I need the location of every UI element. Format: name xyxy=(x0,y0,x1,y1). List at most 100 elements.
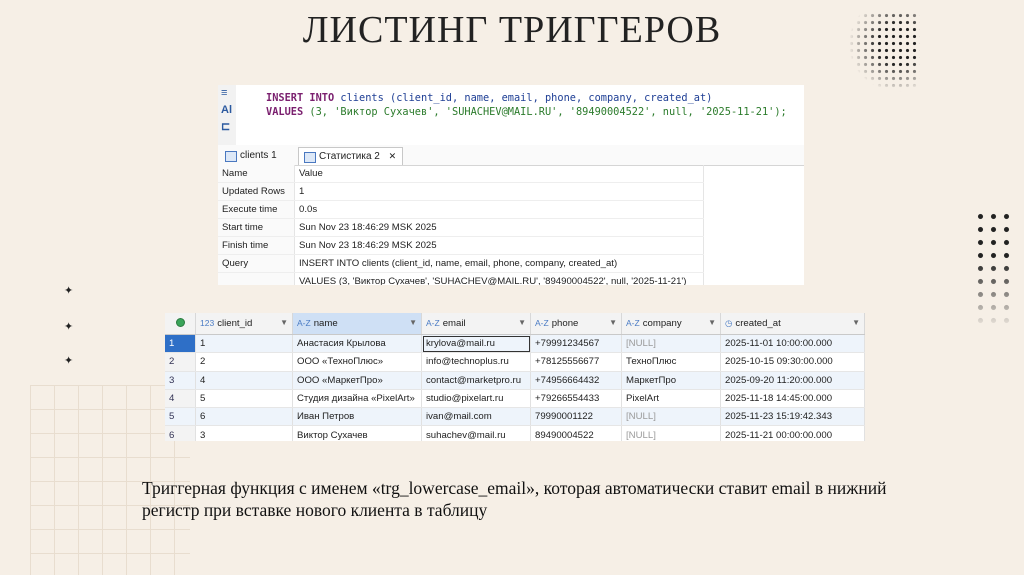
cell-name[interactable]: Студия дизайна «PixelArt» xyxy=(292,389,422,409)
row-number[interactable]: 3 xyxy=(165,371,196,390)
sort-icon[interactable]: ▼ xyxy=(609,318,617,327)
stats-key: Query xyxy=(218,254,295,273)
clients-grid: 123 client_id ▼ A-Z name ▼ A-Z email ▼ A-Z phon… xyxy=(165,313,865,441)
cell-company[interactable]: [NULL] xyxy=(621,425,721,441)
table-row[interactable]: 2 2 ООО «ТехноПлюс» info@technoplus.ru +7812… xyxy=(165,352,865,372)
cell-phone[interactable]: +79991234567 xyxy=(530,334,622,354)
sparkle-icon: ✦ xyxy=(64,321,74,333)
table-row[interactable]: 3 4 ООО «МаркетПро» contact@marketpro.ru +74… xyxy=(165,371,865,390)
column-header-company[interactable]: A-Z company ▼ xyxy=(621,313,721,335)
close-icon[interactable]: ✕ xyxy=(389,151,397,161)
cell-phone[interactable]: 89490004522 xyxy=(530,425,622,441)
column-header-phone[interactable]: A-Z phone ▼ xyxy=(530,313,622,335)
cell-company[interactable]: [NULL] xyxy=(621,334,721,354)
sparkle-icon: ✦ xyxy=(64,355,74,367)
type-icon: A-Z xyxy=(426,318,440,328)
sort-icon[interactable]: ▼ xyxy=(708,318,716,327)
cell-email[interactable]: ivan@mail.com xyxy=(421,407,531,427)
table-row[interactable]: 6 3 Виктор Сухачев suhachev@mail.ru 89490004… xyxy=(165,425,865,441)
stats-key xyxy=(218,272,295,285)
stats-row: Query INSERT INTO clients (client_id, nam… xyxy=(218,254,704,273)
row-number[interactable]: 4 xyxy=(165,389,196,409)
table-row[interactable]: 4 5 Студия дизайна «PixelArt» studio@pixela… xyxy=(165,389,865,409)
statistics-table: Name Value Updated Rows 1 Execute time 0.0s St… xyxy=(218,165,704,285)
cell-email[interactable]: studio@pixelart.ru xyxy=(421,389,531,409)
sort-icon[interactable]: ▼ xyxy=(852,318,860,327)
sort-icon[interactable]: ▼ xyxy=(518,318,526,327)
cell-email[interactable]: info@technoplus.ru xyxy=(421,352,531,372)
cell-created-at[interactable]: 2025-10-15 09:30:00.000 xyxy=(720,352,865,372)
sql-editor-screenshot: ≡ Al ⊏ INSERT INTO clients (client_id, n… xyxy=(218,85,804,285)
stats-value[interactable]: 0.0s xyxy=(294,200,704,219)
stats-key: Start time xyxy=(218,218,295,237)
stats-value[interactable]: VALUES (3, 'Виктор Сухачев', 'SUHACHEV@M… xyxy=(294,272,704,285)
cell-created-at[interactable]: 2025-11-21 00:00:00.000 xyxy=(720,425,865,441)
cell-client-id[interactable]: 6 xyxy=(195,407,293,427)
table-row[interactable]: 5 6 Иван Петров ivan@mail.com 79990001122 [NU… xyxy=(165,407,865,427)
cell-phone[interactable]: 79990001122 xyxy=(530,407,622,427)
format-icon[interactable]: ≡ xyxy=(218,85,236,102)
stats-key: Name xyxy=(218,165,295,183)
cell-phone[interactable]: +74956664432 xyxy=(530,371,622,390)
tab-statistics[interactable]: Статистика 2 ✕ xyxy=(298,147,404,165)
table-row[interactable]: 1 1 Анастасия Крылова krylova@mail.ru +79991… xyxy=(165,334,865,354)
tab-label: Статистика 2 xyxy=(319,151,380,162)
stats-row: Name Value xyxy=(218,165,704,183)
sql-keyword: INSERT INTO xyxy=(266,92,335,104)
cell-client-id[interactable]: 2 xyxy=(195,352,293,372)
cell-name[interactable]: ООО «МаркетПро» xyxy=(292,371,422,390)
cell-phone[interactable]: +79266554433 xyxy=(530,389,622,409)
cell-client-id[interactable]: 1 xyxy=(195,334,293,354)
cell-created-at[interactable]: 2025-11-23 15:19:42.343 xyxy=(720,407,865,427)
sql-code[interactable]: INSERT INTO clients (client_id, name, em… xyxy=(266,91,787,119)
cell-name[interactable]: Иван Петров xyxy=(292,407,422,427)
cell-name[interactable]: Виктор Сухачев xyxy=(292,425,422,441)
column-header-email[interactable]: A-Z email ▼ xyxy=(421,313,531,335)
cell-company[interactable]: PixelArt xyxy=(621,389,721,409)
stats-value[interactable]: Sun Nov 23 18:46:29 MSK 2025 xyxy=(294,236,704,255)
cell-phone[interactable]: +78125556677 xyxy=(530,352,622,372)
panel-icon[interactable]: ⊏ xyxy=(218,119,236,136)
cell-created-at[interactable]: 2025-11-18 14:45:00.000 xyxy=(720,389,865,409)
stats-value[interactable]: Sun Nov 23 18:46:29 MSK 2025 xyxy=(294,218,704,237)
cell-name[interactable]: ООО «ТехноПлюс» xyxy=(292,352,422,372)
row-number[interactable]: 1 xyxy=(165,334,196,354)
row-selector-header[interactable] xyxy=(165,313,196,335)
type-icon: A-Z xyxy=(626,318,640,328)
sort-icon[interactable]: ▼ xyxy=(409,318,417,327)
cell-client-id[interactable]: 5 xyxy=(195,389,293,409)
stats-key: Finish time xyxy=(218,236,295,255)
stats-value[interactable]: INSERT INTO clients (client_id, name, em… xyxy=(294,254,704,273)
stats-value[interactable]: Value xyxy=(294,165,704,183)
column-header-name[interactable]: A-Z name ▼ xyxy=(292,313,422,335)
tab-clients[interactable]: clients 1 xyxy=(220,147,283,164)
column-label: name xyxy=(313,318,338,329)
ai-icon[interactable]: Al xyxy=(218,102,236,119)
sql-keyword: VALUES xyxy=(266,106,304,118)
editor-gutter: ≡ Al ⊏ xyxy=(218,85,236,145)
column-label: company xyxy=(642,318,682,329)
stats-value[interactable]: 1 xyxy=(294,182,704,201)
stats-row: Execute time 0.0s xyxy=(218,200,704,219)
sort-icon[interactable]: ▼ xyxy=(280,318,288,327)
row-number[interactable]: 2 xyxy=(165,352,196,372)
dots-decoration xyxy=(974,210,1014,330)
cell-company[interactable]: ТехноПлюс xyxy=(621,352,721,372)
cell-email[interactable]: suhachev@mail.ru xyxy=(421,425,531,441)
column-header-created-at[interactable]: ◷ created_at ▼ xyxy=(720,313,865,335)
cell-created-at[interactable]: 2025-09-20 11:20:00.000 xyxy=(720,371,865,390)
cell-company[interactable]: [NULL] xyxy=(621,407,721,427)
column-header-client-id[interactable]: 123 client_id ▼ xyxy=(195,313,293,335)
result-tabs: clients 1 Статистика 2 ✕ xyxy=(218,145,804,166)
cell-name[interactable]: Анастасия Крылова xyxy=(292,334,422,354)
row-number[interactable]: 6 xyxy=(165,425,196,441)
cell-email[interactable]: contact@marketpro.ru xyxy=(421,371,531,390)
cell-email[interactable]: krylova@mail.ru xyxy=(421,334,531,354)
cell-company[interactable]: МаркетПро xyxy=(621,371,721,390)
row-number[interactable]: 5 xyxy=(165,407,196,427)
stats-row: VALUES (3, 'Виктор Сухачев', 'SUHACHEV@M… xyxy=(218,272,704,285)
stats-row: Updated Rows 1 xyxy=(218,182,704,201)
cell-client-id[interactable]: 4 xyxy=(195,371,293,390)
cell-created-at[interactable]: 2025-11-01 10:00:00.000 xyxy=(720,334,865,354)
cell-client-id[interactable]: 3 xyxy=(195,425,293,441)
